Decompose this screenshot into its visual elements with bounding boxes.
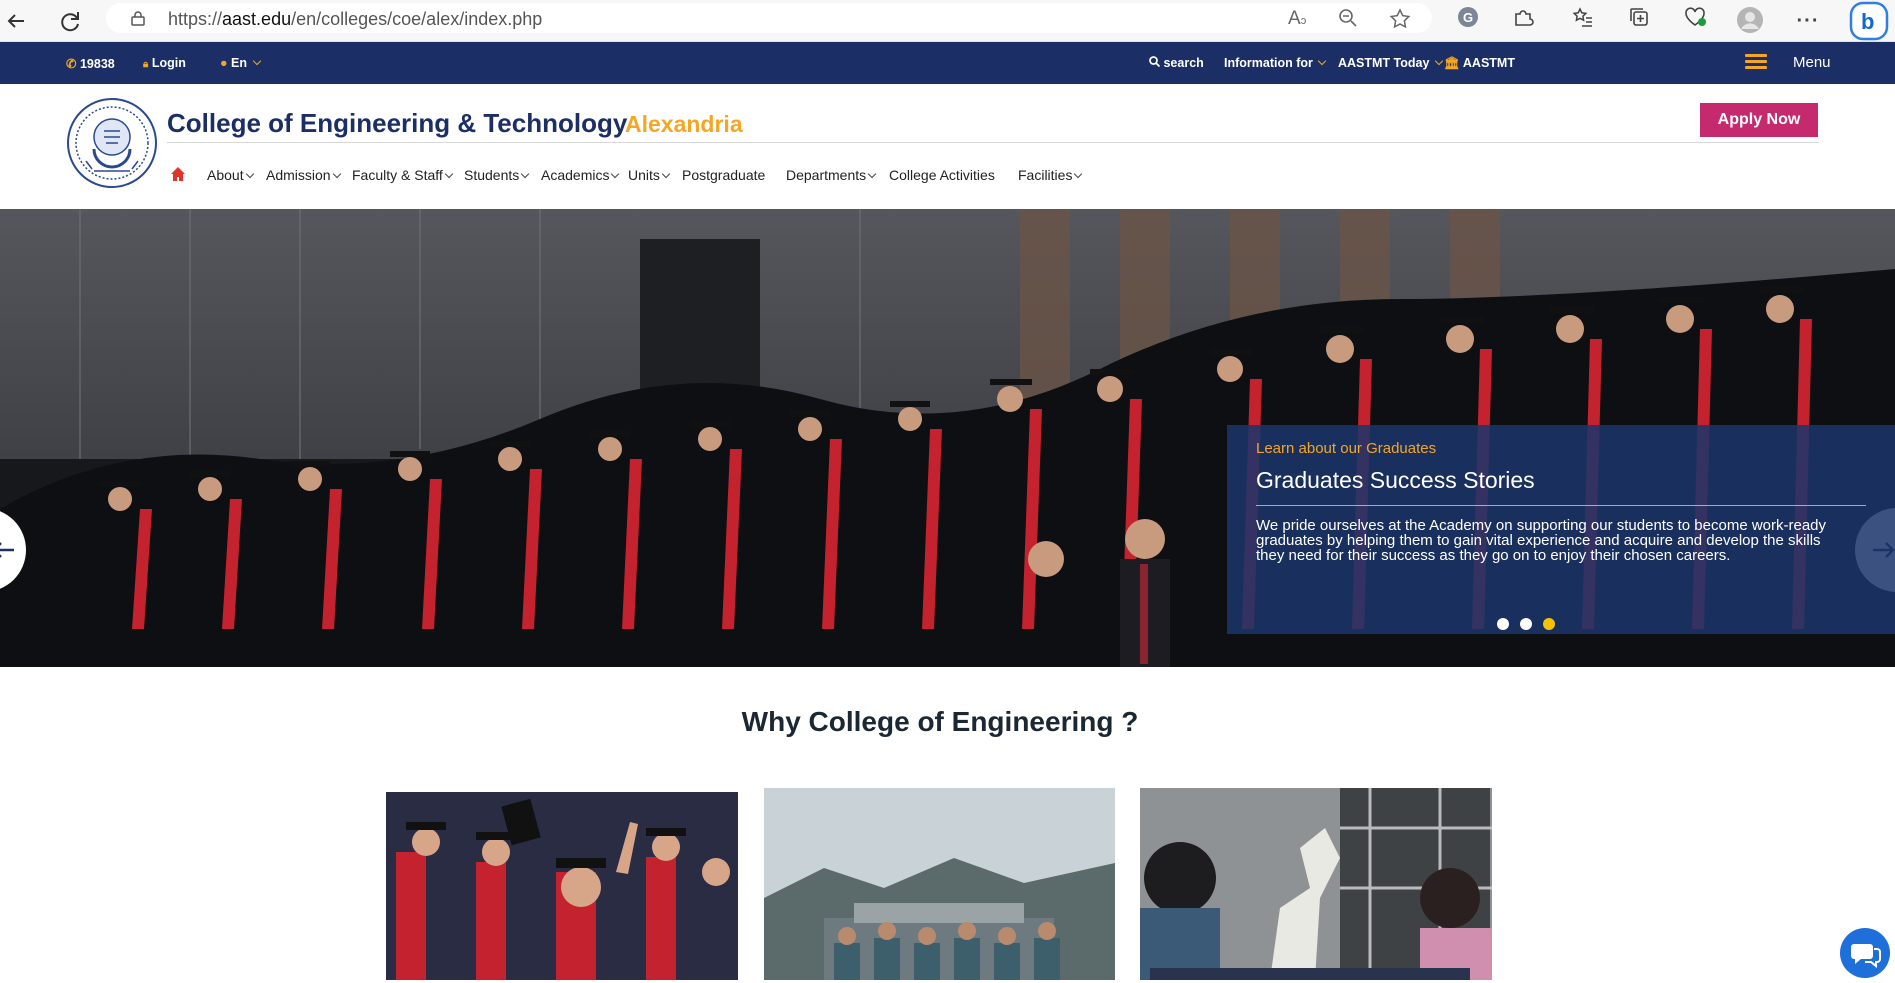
collections-icon[interactable] (1624, 6, 1654, 36)
nav-postgraduate-label: Postgraduate (682, 167, 766, 183)
aastmt-label: AASTMT (1462, 56, 1515, 70)
nav-facilities[interactable]: Facilities (1018, 167, 1083, 183)
nav-academics-label: Academics (541, 167, 610, 183)
lock-icon: 🔒︎ (143, 59, 149, 70)
login-link[interactable]: 🔒︎ Login (143, 56, 186, 70)
nav-admission[interactable]: Admission (266, 167, 341, 183)
feature-card-team[interactable] (764, 788, 1115, 980)
nav-about-label: About (207, 167, 244, 183)
slide-caption-panel: Learn about our Graduates Graduates Succ… (1227, 425, 1895, 634)
nav-faculty-staff-label: Faculty & Staff (352, 167, 443, 183)
nav-college-activities-label: College Activities (889, 167, 995, 183)
chevron-down-icon (661, 169, 671, 179)
feature-card-graduates[interactable] (386, 792, 738, 980)
chevron-down-icon (611, 169, 620, 179)
browser-toolbar: https://aast.edu/en/colleges/coe/alex/in… (0, 0, 1895, 42)
header-divider (167, 142, 1819, 143)
slide-title[interactable]: Graduates Success Stories (1256, 467, 1535, 494)
nav-units[interactable]: Units (628, 167, 671, 183)
chevron-down-icon (1434, 56, 1444, 66)
read-aloud-icon[interactable]: Aↄ (1288, 8, 1306, 30)
chat-bubble-icon (1851, 944, 1881, 969)
back-arrow-icon[interactable] (2, 6, 32, 36)
language-label: En (231, 56, 248, 70)
section-title: Why College of Engineering ? (741, 706, 1139, 737)
information-for-label: Information for (1224, 56, 1313, 70)
search-label: search (1163, 56, 1204, 70)
nav-college-activities[interactable]: College Activities (889, 167, 995, 183)
graduates-photo (386, 792, 738, 980)
nav-postgraduate[interactable]: Postgraduate (682, 167, 765, 183)
profile-avatar-icon[interactable] (1735, 6, 1765, 36)
favorite-star-icon[interactable] (1389, 8, 1411, 36)
hamburger-menu-icon[interactable] (1745, 54, 1767, 70)
browser-essentials-icon[interactable] (1680, 6, 1710, 36)
college-city: Alexandria (625, 111, 743, 137)
nav-faculty-staff[interactable]: Faculty & Staff (352, 167, 454, 183)
chevron-down-icon (252, 56, 261, 66)
nav-academics[interactable]: Academics (541, 167, 620, 183)
aastmt-today-menu[interactable]: AASTMT Today (1338, 56, 1444, 70)
slider-dot-3[interactable] (1543, 618, 1555, 630)
nav-departments-label: Departments (786, 167, 867, 183)
nav-about[interactable]: About (207, 167, 254, 183)
aastmt-link[interactable]: 🏛︎ AASTMT (1444, 56, 1515, 71)
search-icon (1149, 56, 1163, 70)
home-icon[interactable] (170, 166, 186, 182)
top-utility-bar: ✆ 19838 🔒︎ Login ● En search Information… (0, 42, 1895, 84)
institution-icon: 🏛︎ (1444, 56, 1460, 70)
svg-text:G: G (1463, 10, 1473, 25)
nav-admission-label: Admission (266, 167, 331, 183)
nav-departments[interactable]: Departments (786, 167, 877, 183)
search-link[interactable]: search (1149, 56, 1204, 70)
lock-icon[interactable] (130, 10, 146, 26)
slide-divider (1256, 505, 1866, 506)
globe-icon: ● (220, 56, 228, 70)
chevron-down-icon (1318, 56, 1327, 66)
chevron-down-icon (867, 169, 877, 179)
slide-kicker: Learn about our Graduates (1256, 440, 1437, 457)
phone-icon: ✆ (66, 57, 77, 71)
menu-label[interactable]: Menu (1793, 54, 1831, 71)
grammarly-icon[interactable]: G (1453, 6, 1483, 36)
information-for-menu[interactable]: Information for (1224, 56, 1327, 70)
chevron-down-icon (1074, 169, 1083, 179)
login-label: Login (151, 56, 186, 70)
nav-units-label: Units (628, 167, 660, 183)
bing-copilot-icon[interactable]: b (1849, 1, 1889, 41)
language-switch[interactable]: ● En (220, 56, 261, 70)
extensions-icon[interactable] (1508, 6, 1538, 36)
address-bar[interactable]: https://aast.edu/en/colleges/coe/alex/in… (106, 3, 1432, 33)
phone-link[interactable]: ✆ 19838 (66, 56, 115, 71)
more-options-icon[interactable]: ··· (1793, 6, 1823, 36)
chevron-down-icon (444, 169, 454, 179)
chevron-down-icon (245, 169, 254, 179)
favorites-list-icon[interactable] (1568, 6, 1598, 36)
nav-students-label: Students (464, 167, 520, 183)
url-prefix: https:// (168, 9, 223, 29)
apply-now-button[interactable]: Apply Now (1700, 103, 1818, 137)
refresh-icon[interactable] (55, 6, 85, 36)
slider-dot-1[interactable] (1497, 618, 1509, 630)
slider-dot-2[interactable] (1520, 618, 1532, 630)
svg-text:b: b (1861, 9, 1874, 34)
chevron-down-icon (332, 169, 341, 179)
feature-card-robotics[interactable] (1140, 788, 1492, 980)
zoom-out-icon[interactable] (1338, 8, 1358, 34)
nav-facilities-label: Facilities (1018, 167, 1073, 183)
phone-number: 19838 (79, 57, 115, 71)
url-host: aast.edu (222, 9, 292, 29)
chat-widget-button[interactable] (1840, 928, 1890, 978)
url-path: /en/colleges/coe/alex/index.php (291, 9, 543, 29)
robotics-lab-photo (1140, 788, 1492, 980)
url-text[interactable]: https://aast.edu/en/colleges/coe/alex/in… (168, 9, 542, 30)
slide-description: We pride ourselves at the Academy on sup… (1256, 517, 1827, 564)
aastmt-today-label: AASTMT Today (1338, 56, 1430, 70)
aast-logo[interactable] (64, 97, 160, 189)
nav-students[interactable]: Students (464, 167, 530, 183)
team-photo (764, 788, 1115, 980)
chevron-down-icon (521, 169, 530, 179)
college-title[interactable]: College of Engineering & Technology (167, 108, 627, 139)
